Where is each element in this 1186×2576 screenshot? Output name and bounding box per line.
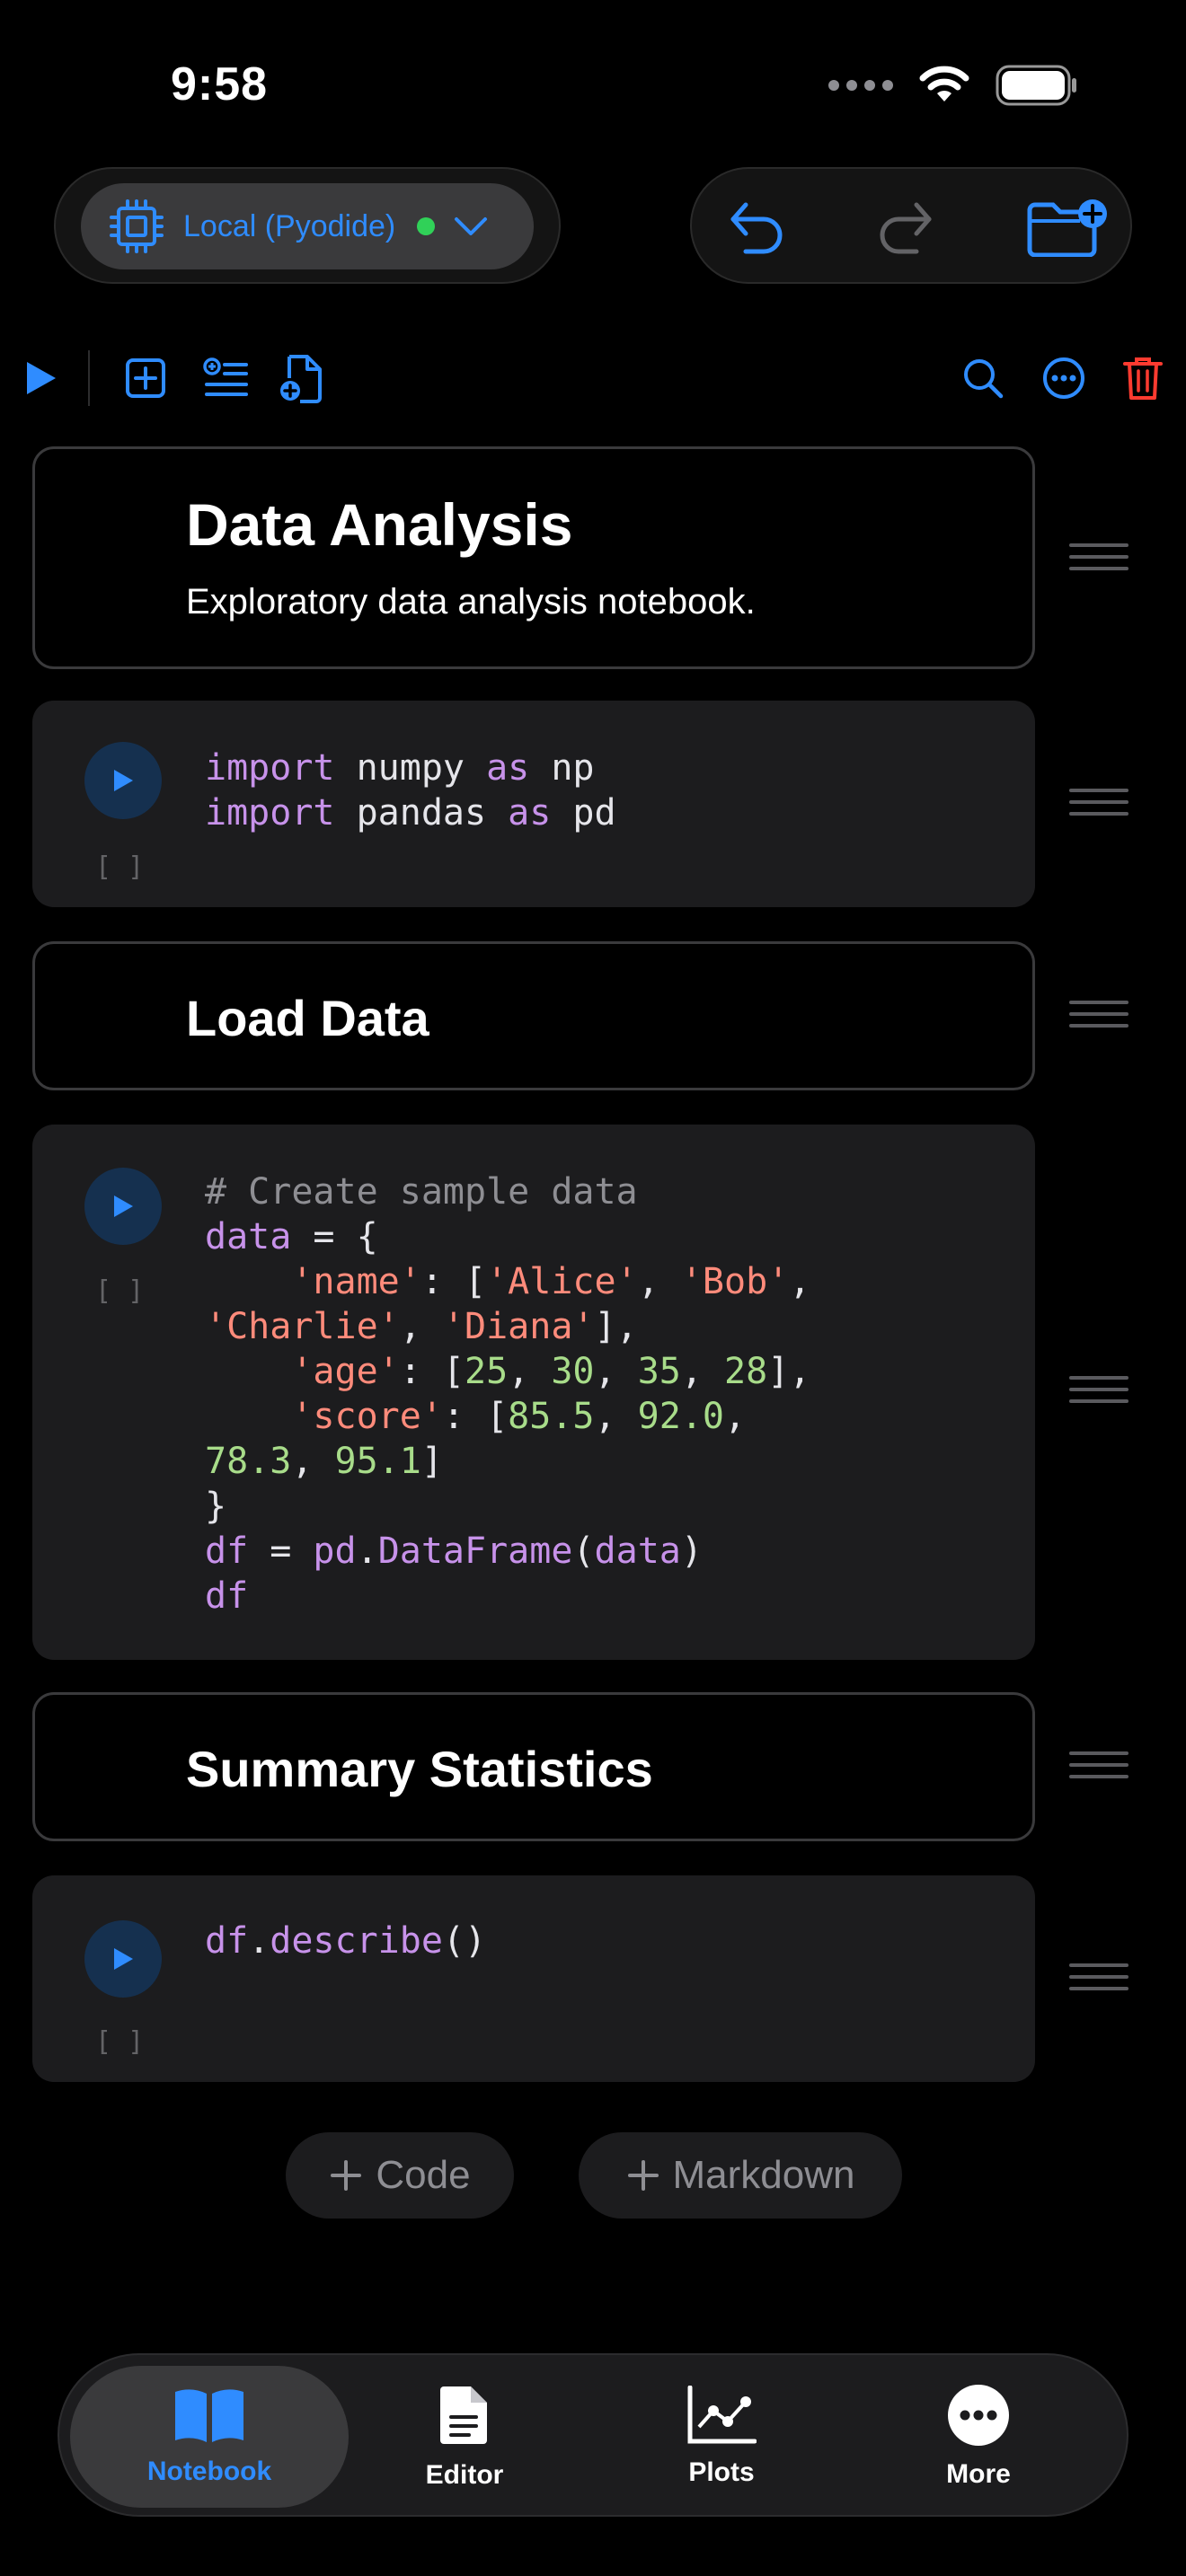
list-plus-icon bbox=[203, 357, 248, 396]
markdown-cell[interactable]: Data Analysis Exploratory data analysis … bbox=[32, 446, 1035, 669]
chevron-down-icon bbox=[455, 217, 488, 235]
tab-bar: Notebook Editor Plots More bbox=[58, 2353, 1128, 2517]
search-icon bbox=[964, 359, 1004, 399]
code-cell[interactable]: [ ] df.describe() bbox=[32, 1875, 1035, 2082]
play-icon bbox=[27, 362, 56, 394]
ellipsis-circle-icon bbox=[1043, 357, 1084, 399]
redo-icon bbox=[880, 202, 932, 254]
notebook-description: Exploratory data analysis notebook. bbox=[186, 582, 756, 622]
tab-label: More bbox=[946, 2459, 1011, 2489]
markdown-cell[interactable]: Load Data bbox=[32, 941, 1035, 1090]
code-editor[interactable]: import numpy as np import pandas as pd bbox=[205, 745, 616, 835]
search-button[interactable] bbox=[956, 348, 1010, 408]
document-icon bbox=[440, 2386, 487, 2444]
code-cell[interactable]: [ ] import numpy as np import pandas as … bbox=[32, 701, 1035, 907]
document-plus-icon bbox=[280, 355, 322, 403]
run-cell-button[interactable] bbox=[84, 1168, 162, 1245]
add-code-label: Code bbox=[376, 2153, 471, 2197]
drag-handle[interactable] bbox=[1069, 543, 1128, 570]
section-heading: Load Data bbox=[186, 990, 429, 1046]
execution-count: [ ] bbox=[95, 2026, 145, 2058]
delete-button[interactable] bbox=[1116, 348, 1170, 408]
tab-notebook[interactable]: Notebook bbox=[70, 2366, 349, 2508]
drag-handle[interactable] bbox=[1069, 1001, 1128, 1028]
play-icon bbox=[114, 1195, 133, 1217]
plus-icon bbox=[331, 2160, 362, 2191]
execution-count: [ ] bbox=[95, 851, 145, 883]
undo-icon bbox=[730, 202, 783, 254]
notebook-toolbar bbox=[0, 341, 1186, 422]
play-icon bbox=[114, 1948, 133, 1970]
undo-button[interactable] bbox=[724, 198, 787, 257]
plus-icon bbox=[627, 2160, 659, 2191]
toolbar-divider bbox=[88, 350, 90, 406]
run-cell-button[interactable] bbox=[84, 742, 162, 819]
folder-plus-icon bbox=[1027, 199, 1107, 257]
markdown-cell[interactable]: Summary Statistics bbox=[32, 1692, 1035, 1841]
tab-plots[interactable]: Plots bbox=[582, 2366, 861, 2508]
code-editor[interactable]: # Create sample data data = { 'name': ['… bbox=[205, 1169, 810, 1619]
code-cell[interactable]: [ ] # Create sample data data = { 'name'… bbox=[32, 1125, 1035, 1660]
tab-label: Plots bbox=[688, 2457, 755, 2487]
history-controls bbox=[690, 167, 1132, 284]
battery-icon bbox=[996, 65, 1076, 106]
redo-button[interactable] bbox=[875, 198, 938, 257]
drag-handle[interactable] bbox=[1069, 1963, 1128, 1990]
chart-icon bbox=[687, 2386, 757, 2444]
notebook-title: Data Analysis bbox=[186, 491, 573, 558]
kernel-selector[interactable]: Local (Pyodide) bbox=[81, 183, 534, 269]
status-time: 9:58 bbox=[171, 58, 269, 110]
status-icons bbox=[828, 65, 1078, 106]
plus-square-icon bbox=[126, 358, 165, 398]
kernel-status-dot bbox=[417, 217, 436, 235]
run-all-button[interactable] bbox=[14, 348, 68, 408]
drag-handle[interactable] bbox=[1069, 1751, 1128, 1778]
execution-count: [ ] bbox=[95, 1275, 145, 1307]
cellular-signal-icon bbox=[828, 80, 893, 91]
book-icon bbox=[175, 2389, 243, 2442]
trash-icon bbox=[1123, 357, 1163, 400]
play-icon bbox=[114, 770, 133, 791]
tab-label: Editor bbox=[425, 2460, 504, 2490]
add-markdown-cell-button[interactable]: Markdown bbox=[579, 2132, 902, 2219]
tab-more[interactable]: More bbox=[839, 2366, 1118, 2508]
add-cell-button[interactable] bbox=[119, 348, 173, 408]
section-heading: Summary Statistics bbox=[186, 1741, 653, 1797]
more-icon bbox=[948, 2385, 1009, 2446]
code-editor[interactable]: df.describe() bbox=[205, 1919, 486, 1963]
run-cell-button[interactable] bbox=[84, 1920, 162, 1998]
tab-label: Notebook bbox=[146, 2457, 272, 2486]
add-code-cell-button[interactable]: Code bbox=[286, 2132, 514, 2219]
kernel-label: Local (Pyodide) bbox=[183, 208, 396, 243]
new-document-button[interactable] bbox=[275, 348, 329, 408]
wifi-icon bbox=[919, 66, 969, 101]
drag-handle[interactable] bbox=[1069, 1376, 1128, 1403]
new-folder-button[interactable] bbox=[1026, 198, 1109, 257]
more-options-button[interactable] bbox=[1037, 348, 1091, 408]
add-markdown-label: Markdown bbox=[672, 2153, 855, 2197]
tab-editor[interactable]: Editor bbox=[325, 2366, 604, 2508]
kernel-selector-container: Local (Pyodide) bbox=[54, 167, 561, 284]
drag-handle[interactable] bbox=[1069, 789, 1128, 816]
insert-list-button[interactable] bbox=[199, 348, 253, 408]
cpu-chip-icon bbox=[110, 199, 164, 253]
